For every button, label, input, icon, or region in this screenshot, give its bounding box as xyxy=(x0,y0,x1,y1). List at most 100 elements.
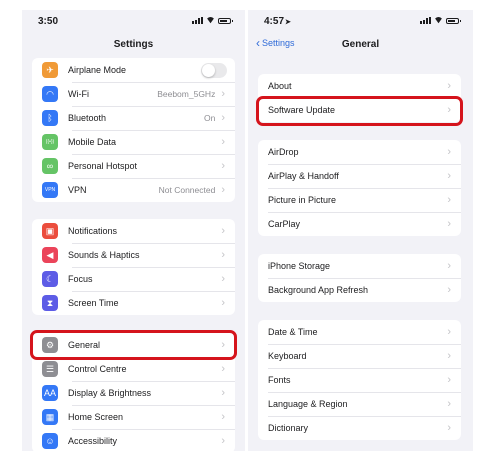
settings-row-sounds-and-haptics[interactable]: ◀ Sounds & Haptics › xyxy=(32,243,235,267)
general-row-dictionary[interactable]: Dictionary › xyxy=(258,416,461,440)
settings-row-personal-hotspot[interactable]: ∞ Personal Hotspot › xyxy=(32,154,235,178)
general-row-date-and-time[interactable]: Date & Time › xyxy=(258,320,461,344)
general-row-airplay-and-handoff[interactable]: AirPlay & Handoff › xyxy=(258,164,461,188)
row-label: Airplane Mode xyxy=(68,65,127,75)
chevron-right-icon: › xyxy=(221,387,225,399)
general-row-airdrop[interactable]: AirDrop › xyxy=(258,140,461,164)
status-time: 4:57➤ xyxy=(264,16,291,27)
row-value: Beebom_5GHz xyxy=(157,89,216,99)
chevron-right-icon: › xyxy=(447,260,451,272)
battery-icon xyxy=(218,17,233,24)
chevron-right-icon: › xyxy=(447,218,451,230)
settings-row-mobile-data[interactable]: ((•)) Mobile Data › xyxy=(32,130,235,154)
wifi-status-icon xyxy=(206,17,215,24)
general-row-keyboard[interactable]: Keyboard › xyxy=(258,344,461,368)
chevron-right-icon: › xyxy=(447,80,451,92)
general-row-software-update[interactable]: Software Update › xyxy=(258,98,461,122)
chevron-right-icon: › xyxy=(221,249,225,261)
hourglass-icon: ⧗ xyxy=(42,295,58,311)
airplane-mode-toggle[interactable] xyxy=(201,62,227,78)
bell-icon: ▣ xyxy=(42,223,58,239)
row-value: Not Connected xyxy=(158,185,216,195)
general-row-iphone-storage[interactable]: iPhone Storage › xyxy=(258,254,461,278)
general-group-storage: iPhone Storage › Background App Refresh › xyxy=(258,254,461,302)
chevron-right-icon: › xyxy=(221,136,225,148)
chevron-right-icon: › xyxy=(447,398,451,410)
settings-row-notifications[interactable]: ▣ Notifications › xyxy=(32,219,235,243)
general-row-picture-in-picture[interactable]: Picture in Picture › xyxy=(258,188,461,212)
moon-icon: ☾ xyxy=(42,271,58,287)
chevron-right-icon: › xyxy=(447,326,451,338)
aa-icon: AA xyxy=(42,385,58,401)
settings-row-home-screen[interactable]: ▦ Home Screen › xyxy=(32,405,235,429)
general-row-fonts[interactable]: Fonts › xyxy=(258,368,461,392)
chevron-right-icon: › xyxy=(221,88,225,100)
status-time: 3:50 xyxy=(38,16,59,27)
row-label: Background App Refresh xyxy=(268,285,369,295)
chevron-right-icon: › xyxy=(221,411,225,423)
row-label: Dictionary xyxy=(268,423,309,433)
page-title: Settings xyxy=(113,39,154,50)
general-row-about[interactable]: About › xyxy=(258,74,461,98)
row-label: CarPlay xyxy=(268,219,301,229)
row-label: Personal Hotspot xyxy=(68,161,138,171)
airplane-icon: ✈ xyxy=(42,62,58,78)
switches-icon: ☰ xyxy=(42,361,58,377)
chevron-right-icon: › xyxy=(447,146,451,158)
settings-group-notifications: ▣ Notifications › ◀ Sounds & Haptics › ☾ Focus ›… xyxy=(32,219,235,315)
row-label: Wi-Fi xyxy=(68,89,89,99)
chevron-right-icon: › xyxy=(221,184,225,196)
row-label: Control Centre xyxy=(68,364,127,374)
chevron-right-icon: › xyxy=(221,225,225,237)
settings-row-general[interactable]: ⚙ General › xyxy=(32,333,235,357)
row-label: General xyxy=(68,340,101,350)
chevron-right-icon: › xyxy=(221,112,225,124)
chevron-right-icon: › xyxy=(447,194,451,206)
vpn-icon: VPN xyxy=(42,182,58,198)
settings-row-display-and-brightness[interactable]: AA Display & Brightness › xyxy=(32,381,235,405)
status-bar: 3:50 xyxy=(22,10,245,32)
location-arrow-icon: ➤ xyxy=(285,19,291,26)
general-row-background-app-refresh[interactable]: Background App Refresh › xyxy=(258,278,461,302)
row-label: About xyxy=(268,81,292,91)
general-group-connectivity: AirDrop › AirPlay & Handoff › Picture in Pic… xyxy=(258,140,461,236)
settings-row-screen-time[interactable]: ⧗ Screen Time › xyxy=(32,291,235,315)
hotspot-icon: ∞ xyxy=(42,158,58,174)
signal-icon xyxy=(192,17,203,24)
wifi-status-icon xyxy=(434,17,443,24)
settings-screen: 3:50 Settings ✈ Airplane Mode ◠ Wi-Fi Beebom… xyxy=(22,10,245,451)
gear-icon: ⚙ xyxy=(42,337,58,353)
settings-row-accessibility[interactable]: ☺ Accessibility › xyxy=(32,429,235,451)
chevron-right-icon: › xyxy=(221,160,225,172)
settings-row-airplane-mode[interactable]: ✈ Airplane Mode xyxy=(32,58,235,82)
settings-row-focus[interactable]: ☾ Focus › xyxy=(32,267,235,291)
settings-row-wi-fi[interactable]: ◠ Wi-Fi Beebom_5GHz › xyxy=(32,82,235,106)
bluetooth-icon: ᛒ xyxy=(42,110,58,126)
chevron-right-icon: › xyxy=(447,350,451,362)
chevron-right-icon: › xyxy=(447,422,451,434)
chevron-right-icon: › xyxy=(447,374,451,386)
status-icons xyxy=(192,17,233,24)
general-row-carplay[interactable]: CarPlay › xyxy=(258,212,461,236)
chevron-right-icon: › xyxy=(221,363,225,375)
row-label: Notifications xyxy=(68,226,118,236)
row-label: Software Update xyxy=(268,105,336,115)
row-value: On xyxy=(203,113,216,123)
settings-group-connectivity: ✈ Airplane Mode ◠ Wi-Fi Beebom_5GHz › ᛒ Bluetoo… xyxy=(32,58,235,202)
chevron-right-icon: › xyxy=(447,104,451,116)
row-label: Accessibility xyxy=(68,436,118,446)
row-label: Keyboard xyxy=(268,351,307,361)
settings-row-vpn[interactable]: VPN VPN Not Connected › xyxy=(32,178,235,202)
settings-row-bluetooth[interactable]: ᛒ Bluetooth On › xyxy=(32,106,235,130)
signal-icon xyxy=(420,17,431,24)
general-group-about: About › Software Update › xyxy=(258,74,461,122)
chevron-right-icon: › xyxy=(447,170,451,182)
row-label: Language & Region xyxy=(268,399,348,409)
row-label: VPN xyxy=(68,185,87,195)
chevron-right-icon: › xyxy=(221,297,225,309)
settings-row-control-centre[interactable]: ☰ Control Centre › xyxy=(32,357,235,381)
row-label: Fonts xyxy=(268,375,291,385)
general-row-language-and-region[interactable]: Language & Region › xyxy=(258,392,461,416)
general-screen: 4:57➤ ‹ Settings General About › Software … xyxy=(248,10,473,451)
wifi-icon: ◠ xyxy=(42,86,58,102)
